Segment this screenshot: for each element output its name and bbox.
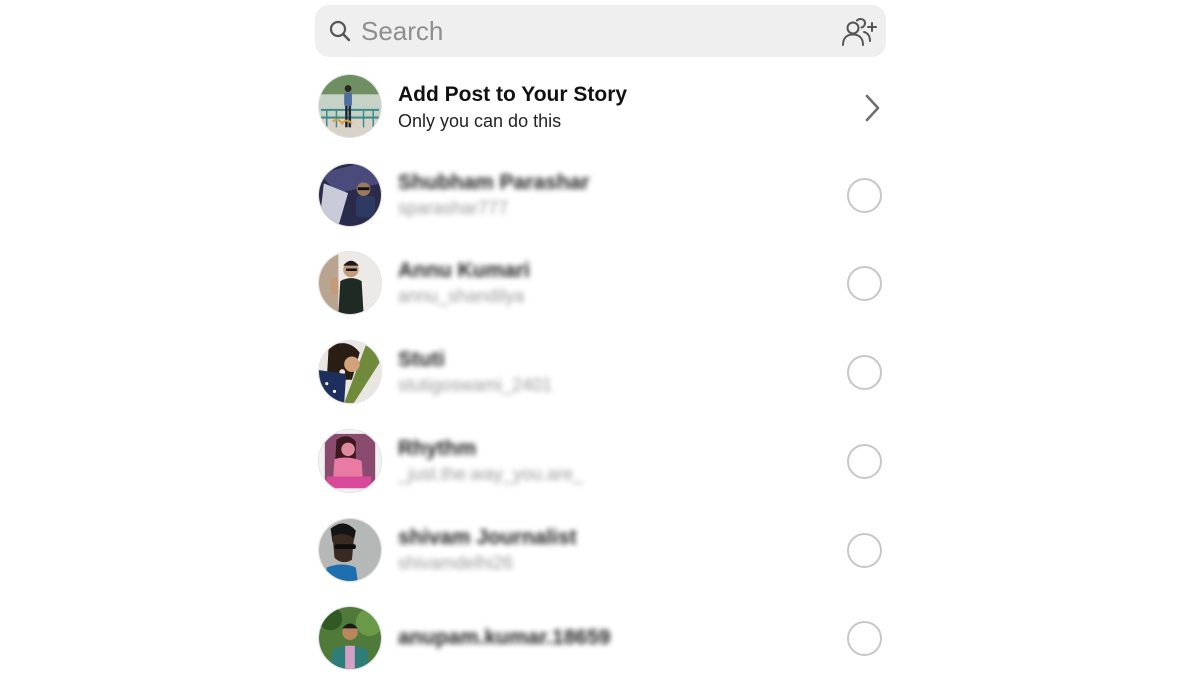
contact-username: annu_shandilya: [398, 286, 525, 306]
contact-avatar: [318, 606, 382, 670]
select-radio[interactable]: [847, 533, 882, 568]
contact-username: stutigoswami_2401: [398, 375, 553, 395]
contact-row[interactable]: Annu Kumari annu_shandilya: [315, 247, 886, 319]
contact-username: shivamdelhi26: [398, 553, 514, 573]
contact-row[interactable]: shivam Journalist shivamdelhi26: [315, 514, 886, 586]
story-row-title: Add Post to Your Story: [398, 83, 628, 106]
story-row-subtitle: Only you can do this: [398, 111, 562, 131]
own-avatar: [318, 74, 382, 138]
add-people-icon[interactable]: [840, 16, 878, 48]
select-radio[interactable]: [847, 178, 882, 213]
contact-avatar: [318, 163, 382, 227]
contact-username: sparashar777: [398, 198, 509, 218]
contact-avatar: [318, 429, 382, 493]
share-panel: Add Post to Your Story Only you can do t…: [315, 0, 886, 675]
contact-avatar: [318, 251, 382, 315]
contact-avatar: [318, 518, 382, 582]
add-to-story-row[interactable]: Add Post to Your Story Only you can do t…: [315, 70, 886, 142]
search-bar: [315, 5, 886, 57]
contact-name: shivam Journalist: [398, 526, 577, 549]
contact-row[interactable]: Shubham Parashar sparashar777: [315, 159, 886, 231]
select-radio[interactable]: [847, 266, 882, 301]
contact-name: Shubham Parashar: [398, 171, 590, 194]
contact-avatar: [318, 340, 382, 404]
search-input[interactable]: [361, 13, 821, 49]
select-radio[interactable]: [847, 355, 882, 390]
chevron-right-icon[interactable]: [862, 93, 882, 123]
contact-username: _just.the.way_you.are_: [398, 464, 584, 484]
contact-row[interactable]: anupam.kumar.18659: [315, 602, 886, 674]
select-radio[interactable]: [847, 444, 882, 479]
contact-name: Annu Kumari: [398, 259, 530, 282]
search-icon: [329, 20, 351, 42]
contact-row[interactable]: Stuti stutigoswami_2401: [315, 336, 886, 408]
select-radio[interactable]: [847, 621, 882, 656]
contact-row[interactable]: Rhythm _just.the.way_you.are_: [315, 425, 886, 497]
contact-name: Stuti: [398, 348, 445, 371]
contact-name: anupam.kumar.18659: [398, 626, 611, 649]
contact-name: Rhythm: [398, 437, 477, 460]
